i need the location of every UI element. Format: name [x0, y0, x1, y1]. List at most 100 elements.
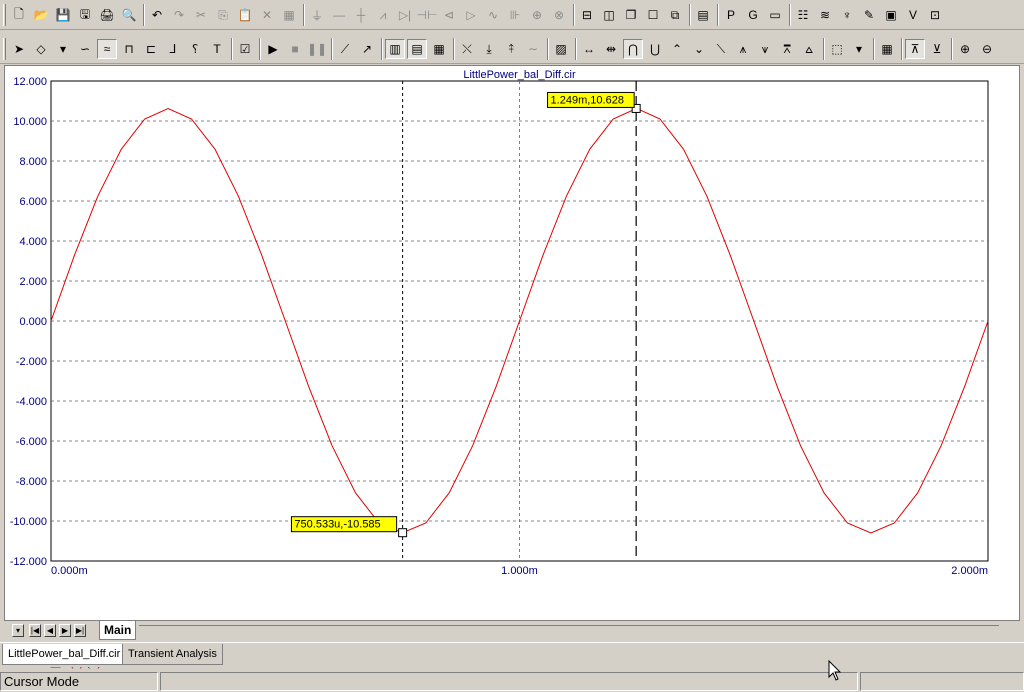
junction-icon[interactable]: ┼ — [351, 5, 371, 25]
arrow-line-icon[interactable]: ↗ — [357, 39, 377, 59]
opamp-icon[interactable]: ▷ — [461, 5, 481, 25]
line-icon[interactable]: ⟋ — [335, 39, 355, 59]
paste-icon[interactable]: 📋 — [235, 5, 255, 25]
last-tab-icon[interactable]: ▶| — [74, 624, 86, 637]
cursor-valley-icon[interactable]: ⤉ — [501, 39, 521, 59]
global-high-icon[interactable]: ⩚ — [733, 39, 753, 59]
zoom-out-icon[interactable]: ⊖ — [977, 39, 997, 59]
grid-dots-icon[interactable]: ▦ — [429, 39, 449, 59]
print-preview-icon[interactable]: 🔍 — [119, 5, 139, 25]
probe-icon[interactable]: ♆ — [837, 5, 857, 25]
tab-main[interactable]: Main — [99, 621, 137, 640]
window-icon[interactable]: ☐ — [643, 5, 663, 25]
cursor-right-icon[interactable]: ⇹ — [601, 39, 621, 59]
print-icon[interactable]: 🖨 — [97, 5, 117, 25]
left-cursor-label: 750.533u,-10.585 — [294, 519, 380, 531]
battery-icon[interactable]: ⊪ — [505, 5, 525, 25]
copy-icon[interactable]: ⎘ — [213, 5, 233, 25]
doc-tab-circuit[interactable]: LittlePower_bal_Diff.cir — [2, 644, 127, 665]
cursor-peak-icon[interactable]: ⤓ — [479, 39, 499, 59]
tag-icon[interactable]: ⊏ — [141, 39, 161, 59]
calculator-icon[interactable]: ▤ — [693, 5, 713, 25]
shapes-icon[interactable]: ◇ — [31, 39, 51, 59]
tag-mode-icon[interactable]: ⊼ — [905, 39, 925, 59]
wave-select-icon[interactable]: ≈ — [97, 39, 117, 59]
y-tick-label: 2.000 — [19, 276, 47, 288]
arrow-select-icon[interactable]: ➤ — [9, 39, 29, 59]
save-icon[interactable]: 💾 — [53, 5, 73, 25]
peak-icon[interactable]: ⋂ — [623, 39, 643, 59]
text-window-icon[interactable]: ▭ — [765, 5, 785, 25]
undo-icon[interactable]: ↶ — [147, 5, 167, 25]
first-tab-icon[interactable]: |◀ — [29, 624, 41, 637]
bottom-icon[interactable]: ⩟ — [799, 39, 819, 59]
grid-icon[interactable]: ▥ — [385, 39, 405, 59]
top-icon[interactable]: ⩞ — [777, 39, 797, 59]
zoom-window-icon[interactable]: ⊡ — [925, 5, 945, 25]
redo-icon[interactable]: ↷ — [169, 5, 189, 25]
prev-tab-icon[interactable]: ◀ — [44, 624, 56, 637]
run-icon[interactable]: ▶ — [263, 39, 283, 59]
lamp-icon[interactable]: ⊗ — [549, 5, 569, 25]
split-window-icon[interactable]: ⧉ — [665, 5, 685, 25]
zoom-in-icon[interactable]: ⊕ — [955, 39, 975, 59]
cursor-left-icon[interactable]: ↔ — [579, 39, 599, 59]
save-all-icon[interactable]: 🖫 — [75, 5, 95, 25]
left-cursor-marker — [398, 528, 408, 538]
tag-mode2-icon[interactable]: ⊻ — [927, 39, 947, 59]
numeric-output-icon[interactable]: ☷ — [793, 5, 813, 25]
new-file-icon[interactable]: 🗋 — [9, 5, 29, 25]
horizontal-scrollbar[interactable] — [139, 625, 999, 638]
diode-icon[interactable]: ▷| — [395, 5, 415, 25]
plot-properties-icon[interactable]: ▨ — [551, 39, 571, 59]
package-icon[interactable]: ⬚ — [827, 39, 847, 59]
ground-icon[interactable]: ⏚ — [307, 5, 327, 25]
toolbar-grip[interactable] — [3, 4, 6, 26]
plot-window[interactable]: 12.000 10.000 8.000 6.000 4.000 2.000 0.000 -2.… — [4, 65, 1020, 682]
stop-icon[interactable]: ■ — [285, 39, 305, 59]
high-icon[interactable]: ⌃ — [667, 39, 687, 59]
cursor-point-icon[interactable]: ⤬ — [457, 39, 477, 59]
plot-area[interactable]: 12.000 10.000 8.000 6.000 4.000 2.000 0.000 -2.… — [5, 66, 1019, 641]
valley-icon[interactable]: ⋃ — [645, 39, 665, 59]
p-icon[interactable]: P — [721, 5, 741, 25]
open-folder-icon[interactable]: 📂 — [31, 5, 51, 25]
capacitor-icon[interactable]: ⊣⊢ — [417, 5, 438, 25]
cursor-wave-icon[interactable]: ∼ — [523, 39, 543, 59]
scope-icon[interactable]: ▣ — [881, 5, 901, 25]
point-tag-icon[interactable]: ⅃ — [163, 39, 183, 59]
global-low-icon[interactable]: ⩛ — [755, 39, 775, 59]
source-icon[interactable]: ⊕ — [527, 5, 547, 25]
tile-vertical-icon[interactable]: ◫ — [599, 5, 619, 25]
text-icon[interactable]: T — [207, 39, 227, 59]
vb-icon[interactable]: V — [903, 5, 923, 25]
resistor-icon[interactable]: ⩘ — [373, 5, 393, 25]
dropdown-icon[interactable]: ▾ — [53, 39, 73, 59]
status-mode: Cursor Mode — [0, 672, 158, 691]
toolbar-grip[interactable] — [3, 38, 6, 60]
pause-icon[interactable]: ❚❚ — [307, 39, 327, 59]
cut-icon[interactable]: ✂ — [191, 5, 211, 25]
inductor-icon[interactable]: ∿ — [483, 5, 503, 25]
tile-horizontal-icon[interactable]: ⊟ — [577, 5, 597, 25]
select-all-icon[interactable]: ▦ — [279, 5, 299, 25]
table-icon[interactable]: ▦ — [877, 39, 897, 59]
curve-icon[interactable]: ∽ — [75, 39, 95, 59]
waveform-icon[interactable]: ≋ — [815, 5, 835, 25]
transistor-icon[interactable]: ⊲ — [439, 5, 459, 25]
scale-icon[interactable]: ⊓ — [119, 39, 139, 59]
properties-icon[interactable]: ☑ — [235, 39, 255, 59]
minor-grid-icon[interactable]: ▤ — [407, 39, 427, 59]
g-icon[interactable]: G — [743, 5, 763, 25]
delete-icon[interactable]: ✕ — [257, 5, 277, 25]
cascade-icon[interactable]: ❐ — [621, 5, 641, 25]
tab-dropdown-icon[interactable]: ▾ — [12, 624, 24, 637]
dropdown2-icon[interactable]: ▾ — [849, 39, 869, 59]
label-tag-icon[interactable]: ⸮ — [185, 39, 205, 59]
low-icon[interactable]: ⌄ — [689, 39, 709, 59]
next-tab-icon[interactable]: ▶ — [59, 624, 71, 637]
inflection-icon[interactable]: ⟍ — [711, 39, 731, 59]
pen-icon[interactable]: ✎ — [859, 5, 879, 25]
doc-tab-transient-analysis[interactable]: Transient Analysis — [122, 644, 223, 665]
wire-icon[interactable]: — — [329, 5, 349, 25]
